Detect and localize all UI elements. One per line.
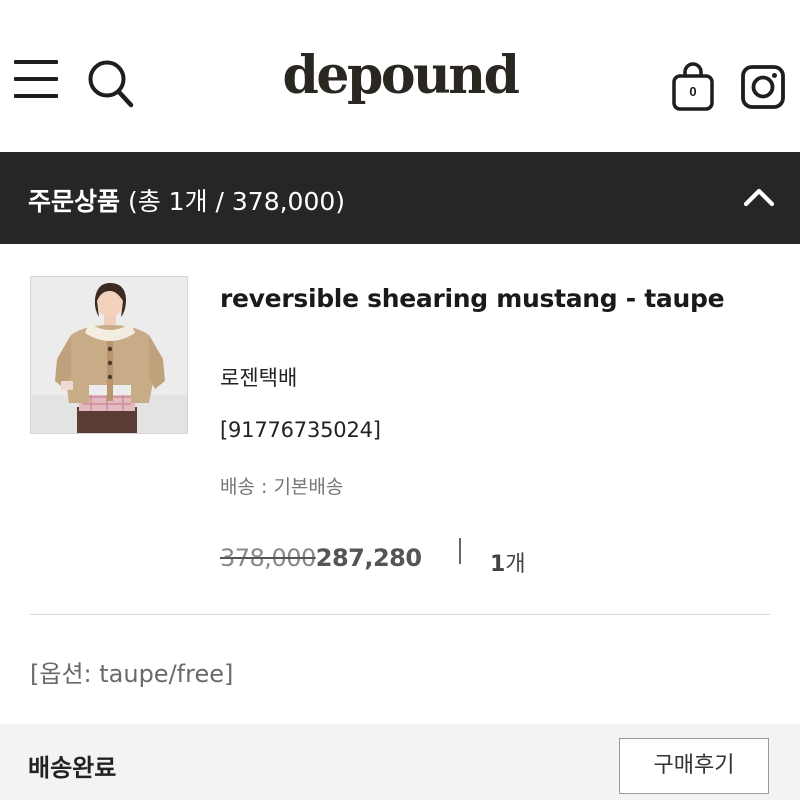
order-items-header[interactable]: 주문상품 (총 1개 / 378,000) [0, 152, 800, 244]
order-items-summary: (총 1개 / 378,000) [127, 187, 346, 216]
search-icon[interactable] [86, 58, 136, 110]
write-review-button[interactable]: 구매후기 [619, 738, 769, 794]
shipping-method: 배송 : 기본배송 [220, 476, 344, 498]
tracking-number[interactable]: [91776735024] [220, 418, 381, 442]
quantity-unit: 개 [505, 552, 526, 577]
shopping-bag-icon[interactable]: 0 [670, 62, 716, 112]
top-navigation-bar: depound 0 [0, 0, 800, 152]
hamburger-menu-icon[interactable] [14, 60, 58, 100]
original-price: 378,000 [220, 544, 316, 572]
price-quantity-divider [459, 538, 461, 564]
quantity: 1개 [490, 546, 526, 578]
cart-count-badge: 0 [689, 84, 697, 99]
product-name[interactable]: reversible shearing mustang - taupe [220, 284, 725, 313]
quantity-value: 1 [490, 552, 506, 577]
delivery-status: 배송완료 [28, 754, 117, 782]
order-items-title: 주문상품 (총 1개 / 378,000) [28, 182, 345, 218]
price-row: 378,000287,280 [220, 544, 422, 576]
brand-logo[interactable]: depound [250, 50, 550, 102]
divider [30, 614, 770, 615]
sale-price: 287,280 [315, 544, 422, 572]
instagram-icon[interactable] [740, 64, 786, 110]
product-thumbnail[interactable] [30, 276, 188, 434]
product-option: [옵션: taupe/free] [30, 660, 234, 688]
shipping-carrier: 로젠택배 [220, 366, 298, 390]
order-items-label: 주문상품 [28, 187, 121, 216]
chevron-up-icon[interactable] [742, 184, 776, 210]
